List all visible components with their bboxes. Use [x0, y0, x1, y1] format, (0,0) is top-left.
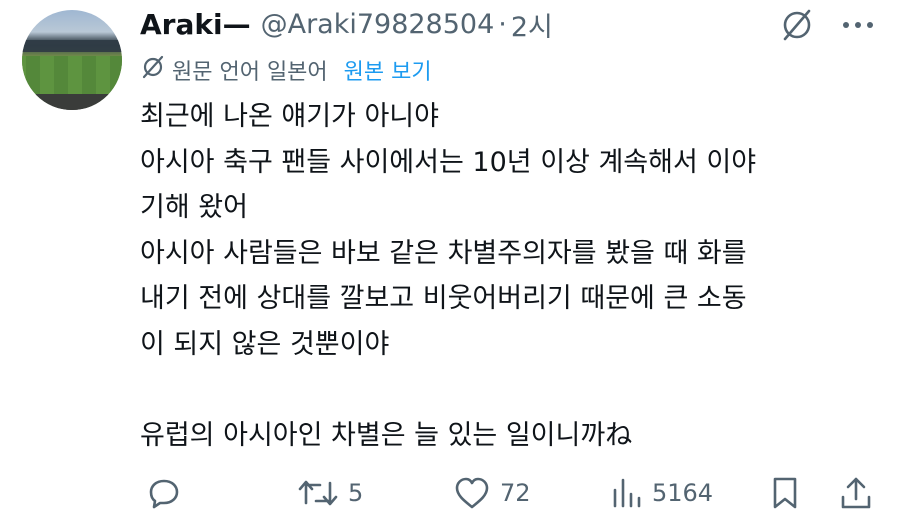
reply-icon	[146, 475, 182, 511]
post-header: Araki— @Araki79828504 · 2시	[140, 4, 553, 44]
reply-button[interactable]	[146, 468, 190, 518]
post-line-blank	[140, 368, 880, 414]
share-button[interactable]	[838, 468, 874, 518]
action-bar: 5 72 5164	[0, 468, 900, 518]
repost-button[interactable]: 5	[296, 468, 363, 518]
like-count: 72	[500, 479, 531, 507]
share-icon	[838, 475, 874, 511]
views-count: 5164	[652, 479, 714, 507]
translation-label: 원문 언어 일본어	[172, 60, 328, 85]
author-display-name[interactable]: Araki—	[140, 8, 251, 41]
post-line: 기해 왔어	[140, 192, 248, 224]
like-button[interactable]: 72	[452, 468, 531, 518]
post-line: 아시아 사람들은 바보 같은 차별주의자를 봤을 때 화를	[140, 237, 747, 269]
repost-icon	[296, 475, 340, 511]
like-icon	[452, 475, 492, 511]
post-time[interactable]: 2시	[511, 5, 553, 44]
post-line: 내기 전에 상대를 깔보고 비웃어버리기 때문에 큰 소동	[140, 283, 747, 315]
header-separator: ·	[498, 8, 507, 40]
post-line: 아시아 축구 팬들 사이에서는 10년 이상 계속해서 이야	[140, 146, 757, 178]
translation-bar: 원문 언어 일본어 원본 보기	[140, 54, 432, 86]
avatar-crowd	[22, 94, 122, 110]
no-translate-icon[interactable]	[778, 6, 816, 48]
avatar-stand	[22, 40, 122, 52]
repost-count: 5	[348, 479, 364, 507]
show-original-link[interactable]: 원본 보기	[344, 54, 432, 86]
bookmark-icon	[768, 475, 802, 511]
post-text: 최근에 나온 얘기가 아니야 아시아 축구 팬들 사이에서는 10년 이상 계속…	[140, 94, 880, 459]
views-button[interactable]: 5164	[608, 468, 713, 518]
author-handle[interactable]: @Araki79828504	[261, 9, 495, 40]
translate-icon	[140, 54, 166, 86]
more-icon[interactable]	[838, 6, 878, 48]
post-line: 이 되지 않은 것뿐이야	[140, 328, 390, 360]
post-line: 유럽의 아시아인 차별은 늘 있는 일이니까ね	[140, 420, 633, 452]
bookmark-button[interactable]	[768, 468, 802, 518]
avatar[interactable]	[22, 10, 122, 110]
views-icon	[608, 475, 644, 511]
post-line: 최근에 나온 얘기가 아니야	[140, 101, 439, 132]
